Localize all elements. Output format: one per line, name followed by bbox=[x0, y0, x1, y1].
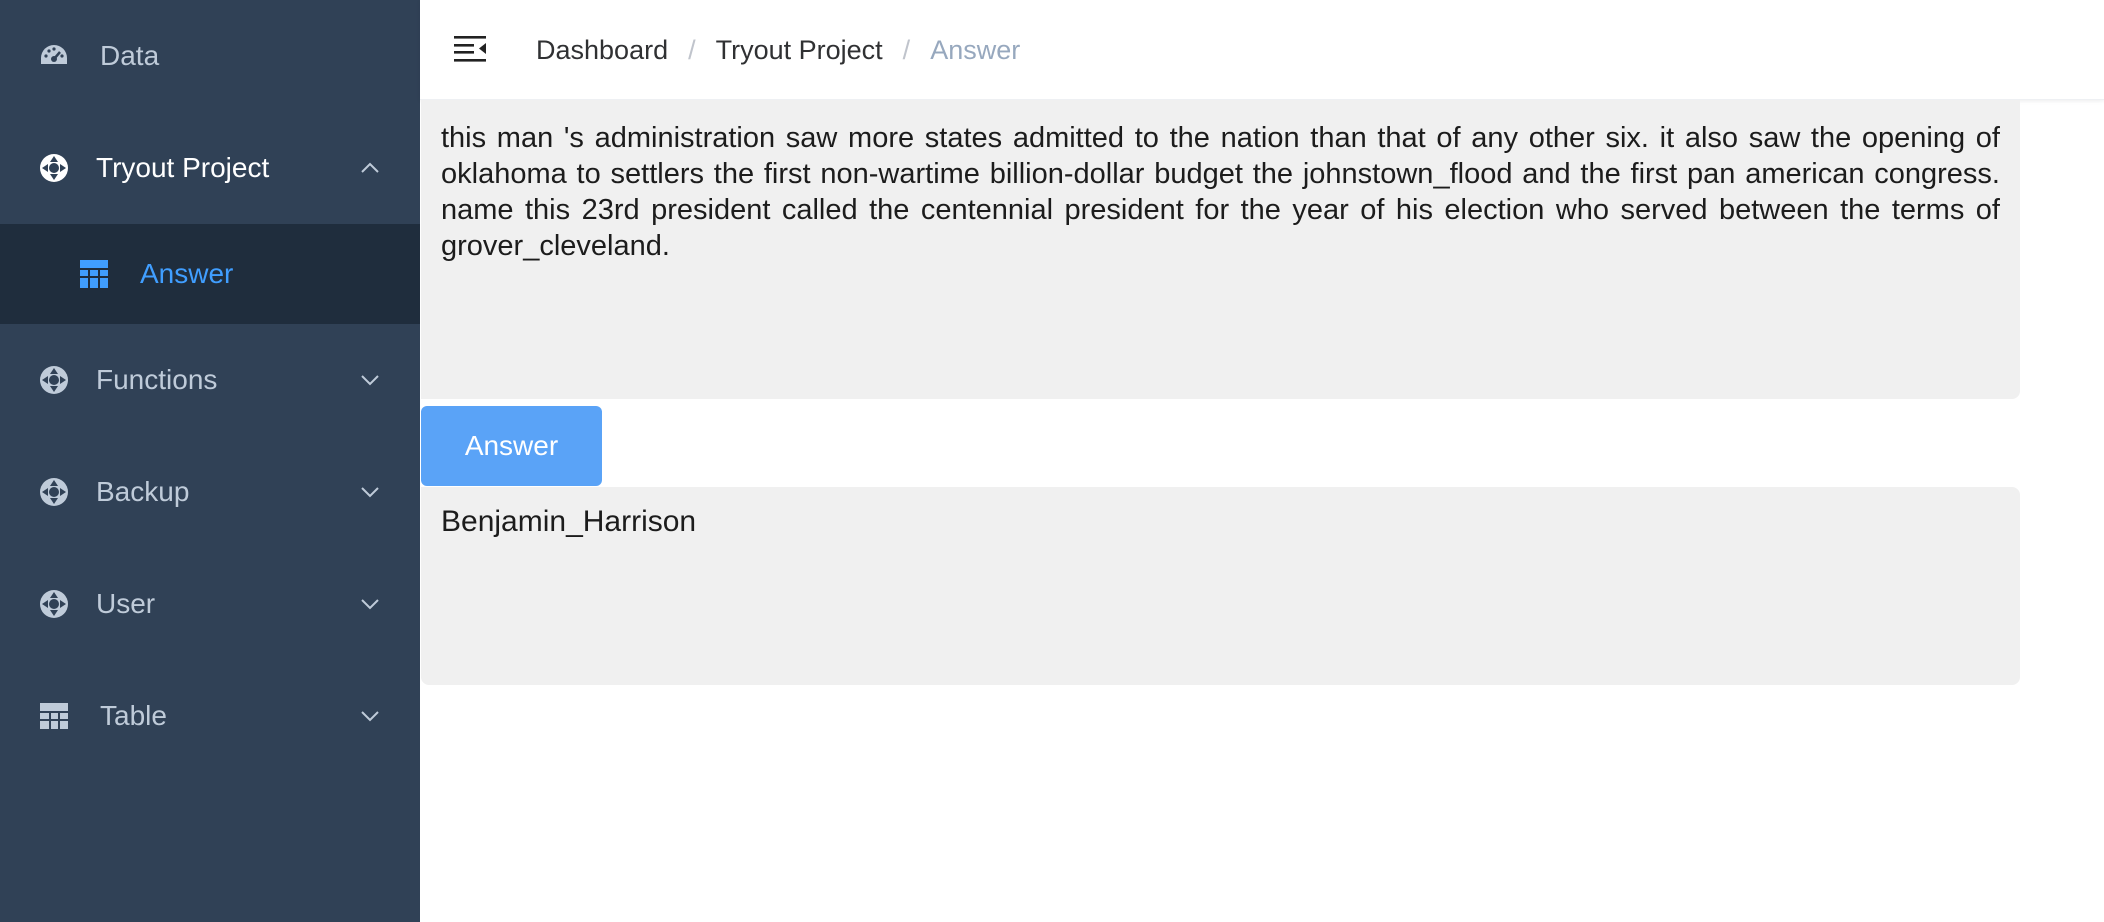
component-icon bbox=[40, 366, 68, 394]
table-icon bbox=[80, 260, 108, 288]
sidebar-subitem-answer[interactable]: Answer bbox=[0, 224, 420, 324]
sidebar-item-label: Functions bbox=[96, 364, 218, 395]
chevron-down-icon bbox=[361, 711, 379, 722]
sidebar-item-user[interactable]: User bbox=[0, 548, 420, 660]
app-root: Data Tryout Project Answer Functions Bac… bbox=[0, 0, 2104, 922]
sidebar-item-label: Table bbox=[100, 700, 167, 731]
hamburger-icon[interactable] bbox=[454, 33, 488, 65]
sidebar-item-backup[interactable]: Backup bbox=[0, 436, 420, 548]
sidebar-item-tryout-project[interactable]: Tryout Project bbox=[0, 112, 420, 224]
component-icon bbox=[40, 590, 68, 618]
breadcrumb-answer: Answer bbox=[930, 34, 1021, 65]
dashboard-icon bbox=[41, 45, 67, 64]
sidebar-item-label: Backup bbox=[96, 476, 190, 507]
breadcrumb-separator: / bbox=[902, 34, 911, 65]
breadcrumb-dashboard[interactable]: Dashboard bbox=[536, 35, 668, 66]
sidebar-item-table[interactable]: Table bbox=[0, 660, 420, 772]
answer-textarea[interactable]: Benjamin_Harrison bbox=[421, 487, 2020, 685]
sidebar: Data Tryout Project Answer Functions Bac… bbox=[0, 0, 420, 922]
chevron-down-icon bbox=[361, 599, 379, 610]
sidebar-item-label: Tryout Project bbox=[96, 152, 270, 183]
chevron-down-icon bbox=[361, 375, 379, 386]
navbar: Dashboard / Tryout Project / Answer bbox=[420, 0, 2104, 100]
question-textarea[interactable]: this man 's administration saw more stat… bbox=[421, 100, 2020, 399]
component-icon bbox=[40, 154, 68, 182]
answer-button[interactable]: Answer bbox=[421, 406, 602, 486]
component-icon bbox=[40, 478, 68, 506]
table-icon bbox=[40, 703, 68, 729]
chevron-up-icon bbox=[361, 162, 379, 173]
breadcrumb-separator: / bbox=[688, 34, 696, 65]
sidebar-item-label: Data bbox=[100, 40, 160, 71]
chevron-down-icon bbox=[361, 487, 379, 498]
sidebar-item-label: User bbox=[96, 588, 156, 619]
sidebar-subitem-label: Answer bbox=[140, 258, 234, 289]
breadcrumb: Dashboard / Tryout Project / Answer bbox=[536, 0, 1020, 100]
sidebar-item-functions[interactable]: Functions bbox=[0, 324, 420, 436]
sidebar-item-data[interactable]: Data bbox=[0, 0, 420, 112]
breadcrumb-tryout-project[interactable]: Tryout Project bbox=[716, 35, 883, 66]
